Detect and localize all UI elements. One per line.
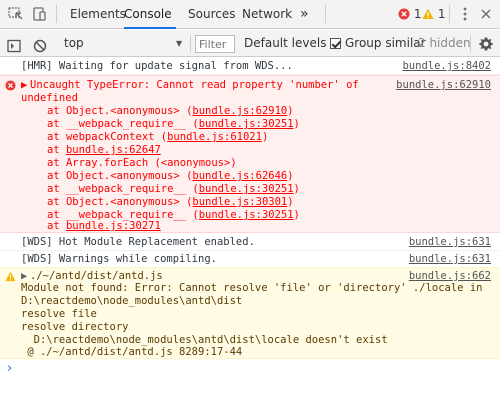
toolbar-divider [325, 5, 326, 23]
stack-frame-link[interactable]: bundle.js:30251 [199, 183, 294, 195]
group-similar-label[interactable]: Group similar [345, 30, 426, 57]
source-link[interactable]: bundle.js:62910 [396, 79, 491, 91]
tab-network[interactable]: Network [242, 0, 292, 29]
log-levels-label: Default levels [244, 36, 327, 50]
error-count: 1 [413, 7, 422, 21]
tab-sources[interactable]: Sources [188, 0, 235, 29]
warning-message-line: resolve directory [21, 321, 129, 333]
message-text: [WDS] Warnings while compiling. [21, 253, 217, 265]
source-link[interactable]: bundle.js:8402 [402, 60, 491, 72]
stack-frame-link[interactable]: bundle.js:61021 [167, 131, 262, 143]
warning-message-line: resolve file [21, 308, 97, 320]
error-message-line: undefined [21, 92, 78, 104]
error-expand-toggle[interactable]: ▶ [21, 79, 27, 92]
context-dropdown-icon[interactable]: ▼ [176, 30, 182, 57]
console-prompt[interactable]: › [7, 361, 12, 376]
inspect-element-icon[interactable] [8, 7, 24, 21]
stack-frame-link[interactable]: bundle.js:30271 [66, 220, 161, 232]
console-message-log: [WDS] Hot Module Replacement enabled. bu… [0, 234, 500, 251]
toolbar-divider [470, 35, 471, 52]
tab-console[interactable]: Console [124, 0, 176, 29]
stack-frame: at bundle.js:62647 [47, 144, 161, 156]
close-devtools-icon[interactable] [480, 7, 492, 21]
error-icon [398, 8, 410, 20]
stack-frame-link[interactable]: bundle.js:62647 [66, 144, 161, 156]
stack-frame-link[interactable]: bundle.js:30251 [199, 209, 294, 221]
message-text: [HMR] Waiting for update signal from WDS… [21, 60, 293, 72]
console-message-error: ▶ Uncaught TypeError: Cannot read proper… [0, 75, 500, 233]
filter-input[interactable] [195, 35, 235, 53]
source-link[interactable]: bundle.js:631 [409, 253, 491, 265]
toolbar-divider [190, 35, 191, 52]
warning-icon [422, 8, 434, 19]
stack-frame: at webpackContext (bundle.js:61021) [47, 131, 269, 143]
warning-icon [5, 271, 16, 282]
error-icon [5, 80, 16, 91]
devtools-tab-bar: Elements Console Sources Network » 1 1 [0, 0, 500, 29]
more-tabs-icon[interactable]: » [300, 0, 309, 29]
console-message-log: [WDS] Warnings while compiling. bundle.j… [0, 251, 500, 268]
toolbar-divider [56, 5, 57, 23]
more-options-icon[interactable] [462, 7, 468, 21]
stack-frame: at __webpack_require__ (bundle.js:30251) [47, 118, 300, 130]
console-toolbar: top ▼ Default levels ▼ Group similar 2 h… [0, 30, 500, 57]
error-message-line: Uncaught TypeError: Cannot read property… [30, 79, 359, 91]
stack-frame: at Object.<anonymous> (bundle.js:62646) [47, 170, 294, 182]
clear-console-icon[interactable] [33, 36, 47, 53]
group-similar-checkbox[interactable] [330, 38, 341, 49]
stack-frame-link[interactable]: bundle.js:30301 [192, 196, 287, 208]
console-message-log: [HMR] Waiting for update signal from WDS… [0, 58, 500, 75]
stack-frame: at Object.<anonymous> (bundle.js:62910) [47, 105, 294, 117]
warning-message-line: D:\reactdemo\node_modules\antd\dist [21, 295, 243, 307]
device-toolbar-icon[interactable] [31, 7, 47, 21]
toolbar-divider [449, 5, 450, 23]
message-text: [WDS] Hot Module Replacement enabled. [21, 236, 255, 248]
stack-frame: at __webpack_require__ (bundle.js:30251) [47, 183, 300, 195]
stack-frame: at Object.<anonymous> (bundle.js:30301) [47, 196, 294, 208]
log-levels-dropdown[interactable]: Default levels ▼ [244, 30, 339, 57]
console-settings-icon[interactable] [478, 35, 494, 51]
source-link[interactable]: bundle.js:662 [409, 270, 491, 282]
stack-frame-link[interactable]: bundle.js:30251 [199, 118, 294, 130]
show-sidebar-icon[interactable] [7, 36, 21, 53]
tab-elements[interactable]: Elements [70, 0, 126, 29]
warning-count-badge[interactable]: 1 [422, 6, 445, 22]
warning-message-line: Module not found: Error: Cannot resolve … [21, 282, 483, 294]
source-link[interactable]: bundle.js:631 [409, 236, 491, 248]
error-count-badge[interactable]: 1 [398, 6, 421, 22]
stack-frame-link[interactable]: bundle.js:62910 [192, 105, 287, 117]
context-selector[interactable]: top [64, 30, 84, 57]
warning-count: 1 [437, 7, 446, 21]
hidden-count: 2 hidden [418, 36, 471, 50]
warning-message-line: @ ./~/antd/dist/antd.js 8289:17-44 [21, 346, 243, 358]
stack-frame-link[interactable]: bundle.js:62646 [192, 170, 287, 182]
stack-frame: at bundle.js:30271 [47, 220, 161, 232]
stack-frame: at Array.forEach (<anonymous>) [47, 157, 237, 169]
console-message-warning: ▶ ./~/antd/dist/antd.js bundle.js:662 Mo… [0, 267, 500, 359]
